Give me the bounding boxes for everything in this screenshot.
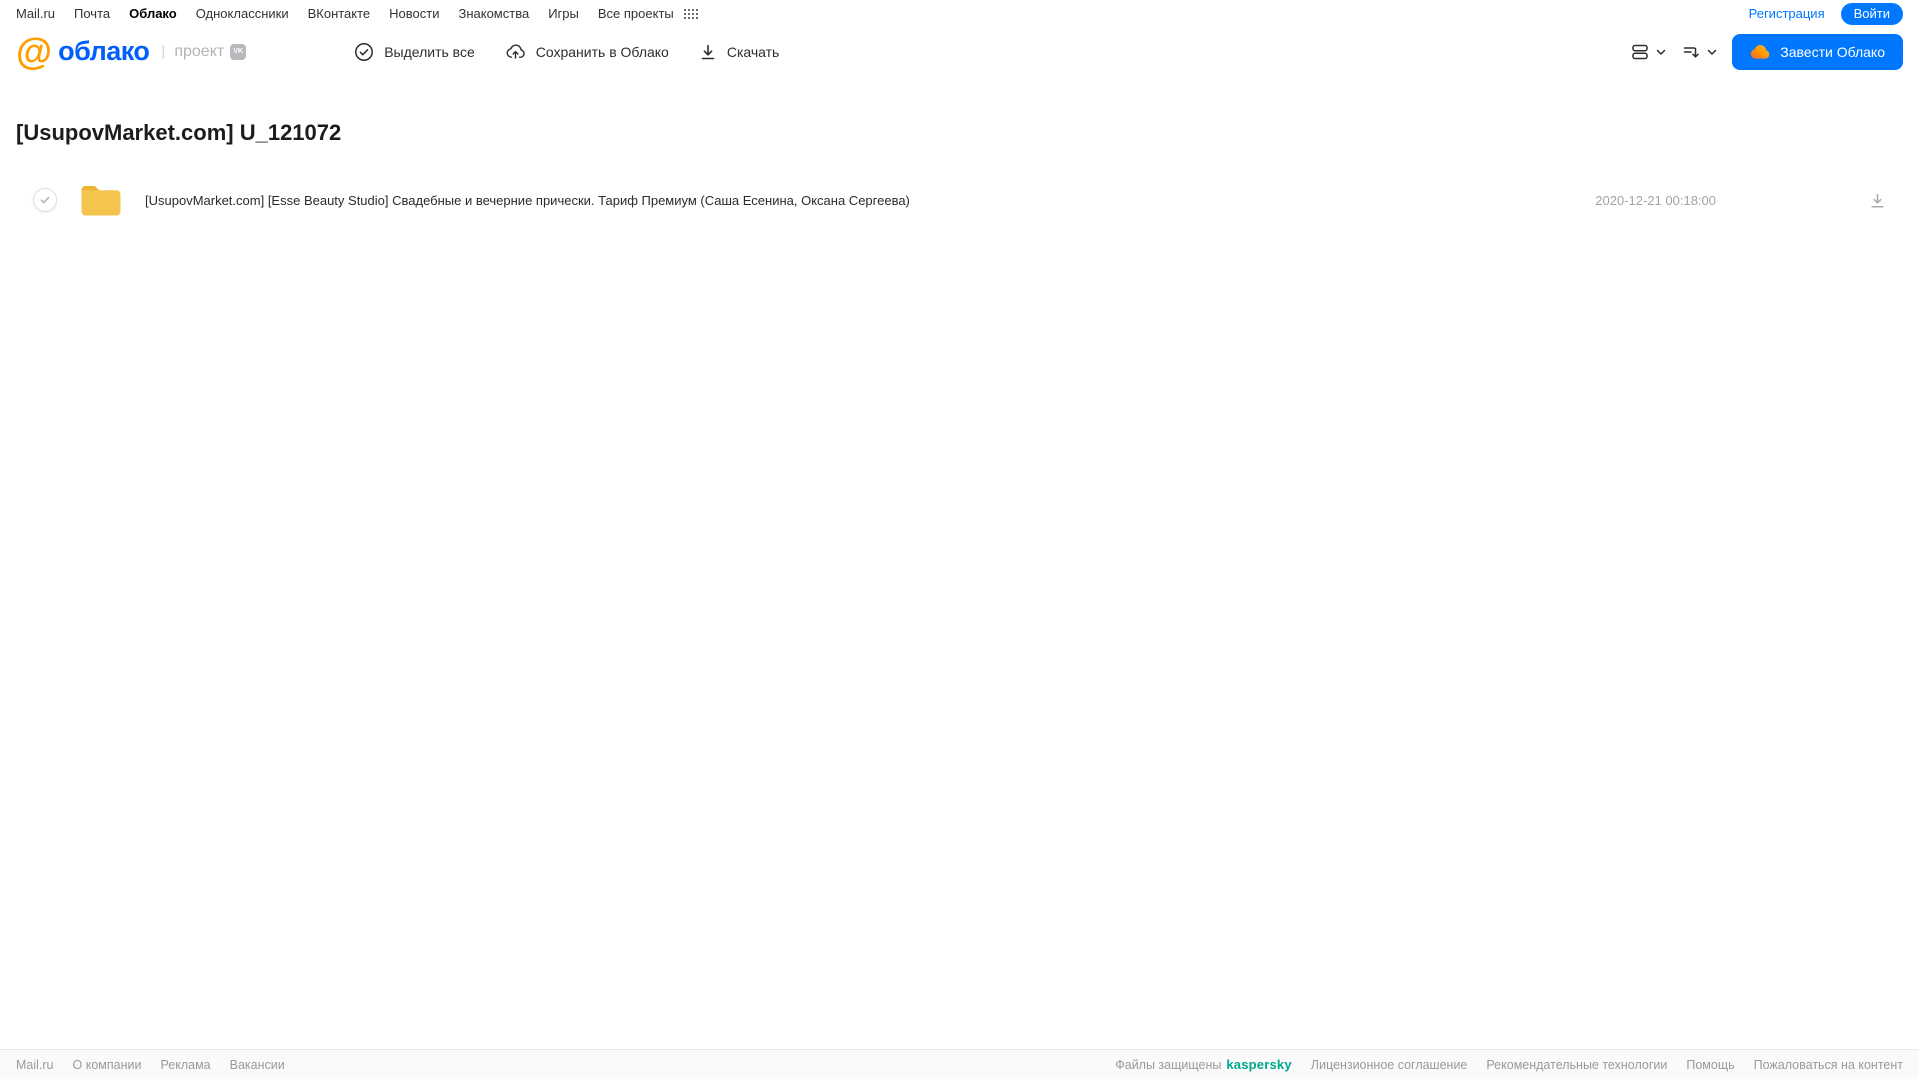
logo-separator: | — [161, 43, 166, 60]
kaspersky-prefix-label: Файлы защищены — [1115, 1057, 1222, 1072]
select-all-label: Выделить все — [384, 43, 475, 60]
save-to-cloud-label: Сохранить в Облако — [535, 43, 669, 60]
footer: Mail.ru О компании Реклама Вакансии Файл… — [0, 1049, 1919, 1079]
file-date: 2020-12-21 00:18:00 — [1595, 192, 1716, 208]
folder-icon — [80, 183, 122, 217]
cloud-logo[interactable]: @ облако | проект VK — [16, 30, 247, 72]
portal-link-novosti[interactable]: Новости — [389, 6, 439, 21]
kaspersky-logo[interactable]: kaspersky — [1226, 1057, 1291, 1072]
header-right-controls: Завести Облако — [1630, 33, 1903, 70]
row-checkbox[interactable] — [33, 188, 57, 212]
footer-right: Файлы защищены kaspersky Лицензионное со… — [1115, 1057, 1903, 1072]
footer-link-recommendations[interactable]: Рекомендательные технологии — [1486, 1058, 1667, 1072]
select-all-button[interactable]: Выделить все — [354, 42, 475, 62]
create-cloud-button[interactable]: Завести Облако — [1732, 33, 1903, 70]
footer-link-report[interactable]: Пожаловаться на контент — [1754, 1058, 1903, 1072]
portal-link-pochta[interactable]: Почта — [74, 6, 110, 21]
portal-link-vkontakte[interactable]: ВКонтакте — [308, 6, 371, 21]
project-label: проект — [174, 42, 225, 60]
row-download-icon[interactable] — [1869, 192, 1886, 209]
chevron-down-icon — [1706, 46, 1718, 58]
save-to-cloud-button[interactable]: Сохранить в Облако — [505, 41, 669, 62]
cloud-icon — [1750, 44, 1771, 59]
sort-dropdown[interactable] — [1681, 42, 1718, 62]
footer-link-ads[interactable]: Реклама — [160, 1058, 210, 1072]
file-row[interactable]: [UsupovMarket.com] [Esse Beauty Studio] … — [0, 180, 1919, 220]
chevron-down-icon — [1655, 46, 1667, 58]
all-projects-grid-icon[interactable] — [683, 8, 698, 19]
download-label: Скачать — [726, 43, 780, 60]
footer-link-jobs[interactable]: Вакансии — [230, 1058, 285, 1072]
download-icon — [699, 43, 717, 61]
portal-nav: Mail.ru Почта Облако Одноклассники ВКонт… — [16, 6, 698, 21]
cloud-header: @ облако | проект VK Выделить все Сохран… — [0, 27, 1919, 76]
footer-link-mailru[interactable]: Mail.ru — [16, 1058, 54, 1072]
view-mode-dropdown[interactable] — [1630, 42, 1667, 62]
kaspersky-protected: Файлы защищены kaspersky — [1115, 1057, 1292, 1072]
portal-link-odnoklassniki[interactable]: Одноклассники — [196, 6, 289, 21]
mailru-at-icon: @ — [16, 30, 53, 72]
page-title: [UsupovMarket.com] U_121072 — [16, 120, 342, 145]
login-button[interactable]: Войти — [1840, 2, 1903, 25]
footer-link-license[interactable]: Лицензионное соглашение — [1311, 1058, 1468, 1072]
create-cloud-label: Завести Облако — [1780, 43, 1885, 60]
cloud-upload-icon — [505, 41, 526, 62]
toolbar: Выделить все Сохранить в Облако Скачать — [354, 41, 779, 62]
portal-link-mailru[interactable]: Mail.ru — [16, 6, 55, 21]
portal-link-igry[interactable]: Игры — [548, 6, 579, 21]
main-content: [UsupovMarket.com] U_121072 [UsupovMarke… — [0, 120, 1919, 220]
footer-link-help[interactable]: Помощь — [1686, 1058, 1734, 1072]
portal-auth: Регистрация Войти — [1749, 2, 1903, 25]
check-circle-icon — [354, 42, 374, 62]
logo-wordmark: облако — [58, 36, 150, 66]
vk-badge-icon: VK — [230, 43, 247, 60]
portal-topbar: Mail.ru Почта Облако Одноклассники ВКонт… — [0, 0, 1919, 27]
portal-link-znakomstva[interactable]: Знакомства — [458, 6, 529, 21]
register-link[interactable]: Регистрация — [1749, 6, 1825, 21]
view-mode-icon — [1630, 42, 1650, 62]
check-icon — [40, 196, 50, 204]
portal-link-all-projects[interactable]: Все проекты — [598, 6, 674, 21]
download-button[interactable]: Скачать — [699, 43, 780, 61]
file-name[interactable]: [UsupovMarket.com] [Esse Beauty Studio] … — [145, 193, 910, 208]
portal-link-oblako[interactable]: Облако — [129, 6, 177, 21]
footer-link-about[interactable]: О компании — [73, 1058, 142, 1072]
sort-icon — [1681, 42, 1701, 62]
